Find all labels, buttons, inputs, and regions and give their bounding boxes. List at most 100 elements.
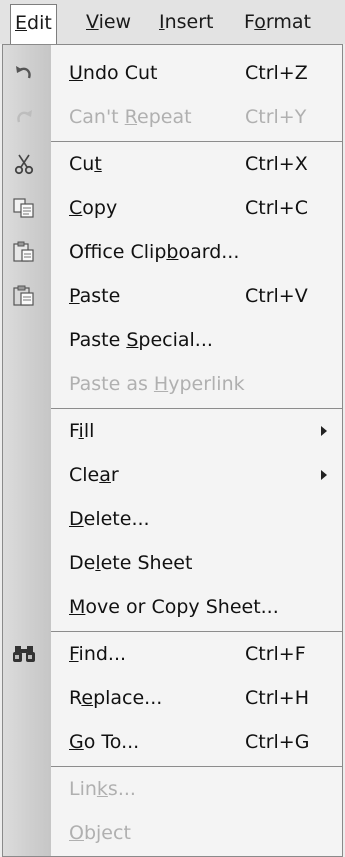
- menu-item-links[interactable]: Links...: [3, 767, 342, 811]
- menu-item-label: Replace...: [69, 676, 162, 720]
- binoculars-icon: [11, 642, 37, 666]
- menu-insert[interactable]: Insert: [155, 6, 218, 38]
- menu-bar: Edit View Insert Format: [0, 0, 345, 45]
- menu-item-label: Can't Repeat: [69, 95, 192, 139]
- label-accelerator: F: [69, 643, 79, 665]
- menu-item-shortcut: Ctrl+H: [245, 687, 310, 709]
- menu-item-label: Go To...: [69, 720, 139, 764]
- submenu-arrow-icon: [321, 426, 327, 436]
- label-accelerator: R: [124, 106, 138, 128]
- menu-item-undo-cut[interactable]: Undo Cut Ctrl+Z: [3, 51, 342, 95]
- menu-item-office-clipboard[interactable]: Office Clipboard...: [3, 230, 342, 274]
- menu-item-replace[interactable]: Replace... Ctrl+H: [3, 676, 342, 720]
- label-suffix: pecial...: [138, 329, 213, 351]
- menu-item-shortcut: Ctrl+Z: [245, 62, 308, 84]
- label-suffix: place...: [93, 687, 163, 709]
- label-prefix: De: [69, 552, 96, 574]
- label-accelerator: M: [69, 596, 86, 618]
- label-accelerator: k: [96, 778, 108, 800]
- label-accelerator: e: [81, 687, 94, 709]
- menu-label-prefix: F: [244, 11, 255, 33]
- copy-icon: [11, 196, 37, 220]
- scissors-icon: [11, 152, 37, 176]
- label-prefix: Can't: [69, 106, 125, 128]
- label-prefix: F: [69, 420, 79, 442]
- label-prefix: Paste: [69, 329, 127, 351]
- menu-item-shortcut: Ctrl+C: [245, 197, 308, 219]
- label-suffix: bject: [83, 822, 131, 844]
- menu-item-find[interactable]: Find... Ctrl+F: [3, 632, 342, 676]
- menu-item-paste-special[interactable]: Paste Special...: [3, 318, 342, 362]
- label-accelerator: H: [153, 373, 169, 395]
- label-suffix: oard...: [178, 241, 240, 263]
- menu-label-accelerator: E: [15, 12, 28, 34]
- menu-item-shortcut: Ctrl+Y: [245, 106, 307, 128]
- menu-item-copy[interactable]: Copy Ctrl+C: [3, 186, 342, 230]
- menu-label-suffix: nsert: [164, 11, 214, 33]
- menu-item-shortcut: Ctrl+V: [245, 285, 308, 307]
- menu-format[interactable]: Format: [240, 6, 315, 38]
- menu-item-label: Paste as Hyperlink: [69, 362, 245, 406]
- menu-view[interactable]: View: [82, 6, 135, 38]
- menu-item-delete[interactable]: Delete...: [3, 497, 342, 541]
- menu-item-paste-as-hyperlink[interactable]: Paste as Hyperlink: [3, 362, 342, 406]
- label-prefix: Cle: [69, 464, 100, 486]
- menu-label-suffix: dit: [27, 12, 52, 34]
- label-accelerator: S: [126, 329, 139, 351]
- menu-item-shortcut: Ctrl+X: [245, 153, 308, 175]
- menu-item-label: Fill: [69, 409, 94, 453]
- label-suffix: o To...: [83, 731, 140, 753]
- label-suffix: elete...: [83, 508, 150, 530]
- menu-item-label: Clear: [69, 453, 119, 497]
- label-suffix: s...: [107, 778, 136, 800]
- label-accelerator: C: [69, 197, 83, 219]
- label-suffix: ove or Copy Sheet...: [85, 596, 279, 618]
- label-prefix: Cu: [69, 153, 95, 175]
- menu-edit[interactable]: Edit: [10, 4, 57, 45]
- menu-item-paste[interactable]: Paste Ctrl+V: [3, 274, 342, 318]
- repeat-icon: [11, 105, 37, 129]
- menu-item-label: Office Clipboard...: [69, 230, 239, 274]
- menu-item-delete-sheet[interactable]: Delete Sheet: [3, 541, 342, 585]
- menu-item-cant-repeat[interactable]: Can't Repeat Ctrl+Y: [3, 95, 342, 139]
- label-prefix: Lin: [69, 778, 97, 800]
- menu-label-suffix: iew: [98, 11, 132, 33]
- label-accelerator: U: [69, 62, 83, 84]
- menu-item-go-to[interactable]: Go To... Ctrl+G: [3, 720, 342, 764]
- menu-label-suffix: rmat: [265, 11, 311, 33]
- menu-item-label: Copy: [69, 186, 117, 230]
- edit-dropdown-menu: Undo Cut Ctrl+Z Can't Repeat Ctrl+Y Cut …: [2, 44, 343, 857]
- label-suffix: epeat: [137, 106, 192, 128]
- menu-item-label: Delete Sheet: [69, 541, 192, 585]
- menu-item-clear[interactable]: Clear: [3, 453, 342, 497]
- submenu-arrow-icon: [321, 470, 327, 480]
- menu-item-label: Links...: [69, 767, 136, 811]
- label-prefix: Office Clip: [69, 241, 167, 263]
- label-suffix: yperlink: [168, 373, 245, 395]
- menu-item-label: Paste Special...: [69, 318, 213, 362]
- menu-item-move-or-copy-sheet[interactable]: Move or Copy Sheet...: [3, 585, 342, 629]
- label-accelerator: b: [166, 241, 179, 263]
- menu-item-fill[interactable]: Fill: [3, 409, 342, 453]
- label-accelerator: a: [99, 464, 111, 486]
- menu-item-label: Cut: [69, 142, 102, 186]
- menu-item-label: Paste: [69, 274, 120, 318]
- menu-label-accelerator: V: [86, 11, 99, 33]
- label-prefix: R: [69, 687, 82, 709]
- label-accelerator: P: [69, 285, 80, 307]
- menu-item-shortcut: Ctrl+F: [245, 643, 306, 665]
- menu-item-label: Find...: [69, 632, 126, 676]
- menu-item-object[interactable]: Object: [3, 811, 342, 855]
- undo-icon: [11, 61, 37, 85]
- label-accelerator: t: [94, 153, 102, 175]
- label-suffix: r: [110, 464, 119, 486]
- label-suffix: ete Sheet: [100, 552, 193, 574]
- menu-item-shortcut: Ctrl+G: [245, 731, 310, 753]
- menu-item-cut[interactable]: Cut Ctrl+X: [3, 142, 342, 186]
- menu-item-label: Undo Cut: [69, 51, 157, 95]
- label-accelerator: G: [69, 731, 84, 753]
- clipboard-icon: [11, 240, 37, 264]
- label-suffix: opy: [82, 197, 118, 219]
- label-prefix: Paste as: [69, 373, 154, 395]
- label-suffix: ll: [83, 420, 95, 442]
